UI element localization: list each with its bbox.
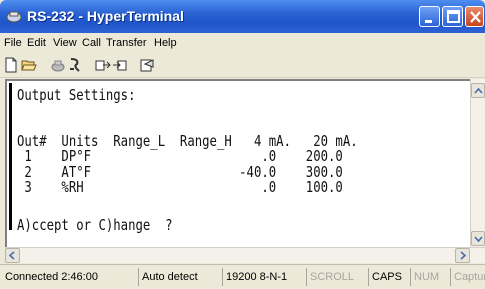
close-icon xyxy=(470,11,481,23)
terminal-left-bar xyxy=(9,83,12,230)
status-num: NUM xyxy=(410,268,450,286)
send-icon[interactable] xyxy=(95,57,111,73)
scroll-down-button[interactable] xyxy=(471,231,485,246)
menu-view[interactable]: View xyxy=(53,37,77,49)
terminal-line: 3 %RH .0 100.0 xyxy=(17,178,343,196)
menu-call[interactable]: Call xyxy=(82,37,101,49)
disconnect-icon[interactable] xyxy=(50,57,66,73)
menu-bar: File Edit View Call Transfer Help xyxy=(0,33,485,53)
maximize-icon xyxy=(447,10,460,23)
chevron-up-icon xyxy=(474,87,483,94)
minimize-button[interactable] xyxy=(419,6,440,27)
chevron-right-icon xyxy=(460,251,467,260)
window-title: RS-232 - HyperTerminal xyxy=(27,8,184,24)
properties-icon[interactable] xyxy=(139,57,155,73)
terminal-line: Output Settings: xyxy=(17,86,136,104)
status-detect: Auto detect xyxy=(138,268,228,286)
status-settings: 19200 8-N-1 xyxy=(222,268,306,286)
chevron-left-icon xyxy=(8,251,15,260)
scroll-up-button[interactable] xyxy=(471,83,485,98)
toolbar xyxy=(0,53,485,78)
scroll-left-button[interactable] xyxy=(5,248,20,263)
terminal-screen[interactable]: Output Settings: Out# Units Range_L Rang… xyxy=(5,79,470,247)
open-icon[interactable] xyxy=(21,57,37,73)
menu-transfer[interactable]: Transfer xyxy=(106,37,147,49)
menu-help[interactable]: Help xyxy=(154,37,177,49)
status-scroll: SCROLL xyxy=(306,268,356,286)
vertical-scrollbar[interactable] xyxy=(470,79,485,247)
menu-edit[interactable]: Edit xyxy=(27,37,46,49)
status-connected: Connected 2:46:00 xyxy=(5,271,98,283)
horizontal-scrollbar[interactable] xyxy=(5,247,485,263)
terminal-line: A)ccept or C)hange ? xyxy=(17,216,173,234)
status-capture: Captur xyxy=(450,268,485,286)
status-caps: CAPS xyxy=(368,268,410,286)
menu-file[interactable]: File xyxy=(4,37,22,49)
chevron-down-icon xyxy=(474,236,483,243)
scroll-right-button[interactable] xyxy=(455,248,470,263)
new-icon[interactable] xyxy=(3,57,19,73)
title-bar[interactable]: RS-232 - HyperTerminal xyxy=(0,0,485,33)
close-button[interactable] xyxy=(465,6,484,27)
maximize-button[interactable] xyxy=(442,6,463,27)
hyperterminal-window: RS-232 - HyperTerminal File Edit View Ca… xyxy=(0,0,485,289)
minimize-icon xyxy=(425,20,432,23)
hyperterminal-icon xyxy=(6,11,22,23)
receive-icon[interactable] xyxy=(112,57,128,73)
dial-icon[interactable] xyxy=(67,57,83,73)
status-bar: Connected 2:46:00 Auto detect 19200 8-N-… xyxy=(0,264,485,289)
